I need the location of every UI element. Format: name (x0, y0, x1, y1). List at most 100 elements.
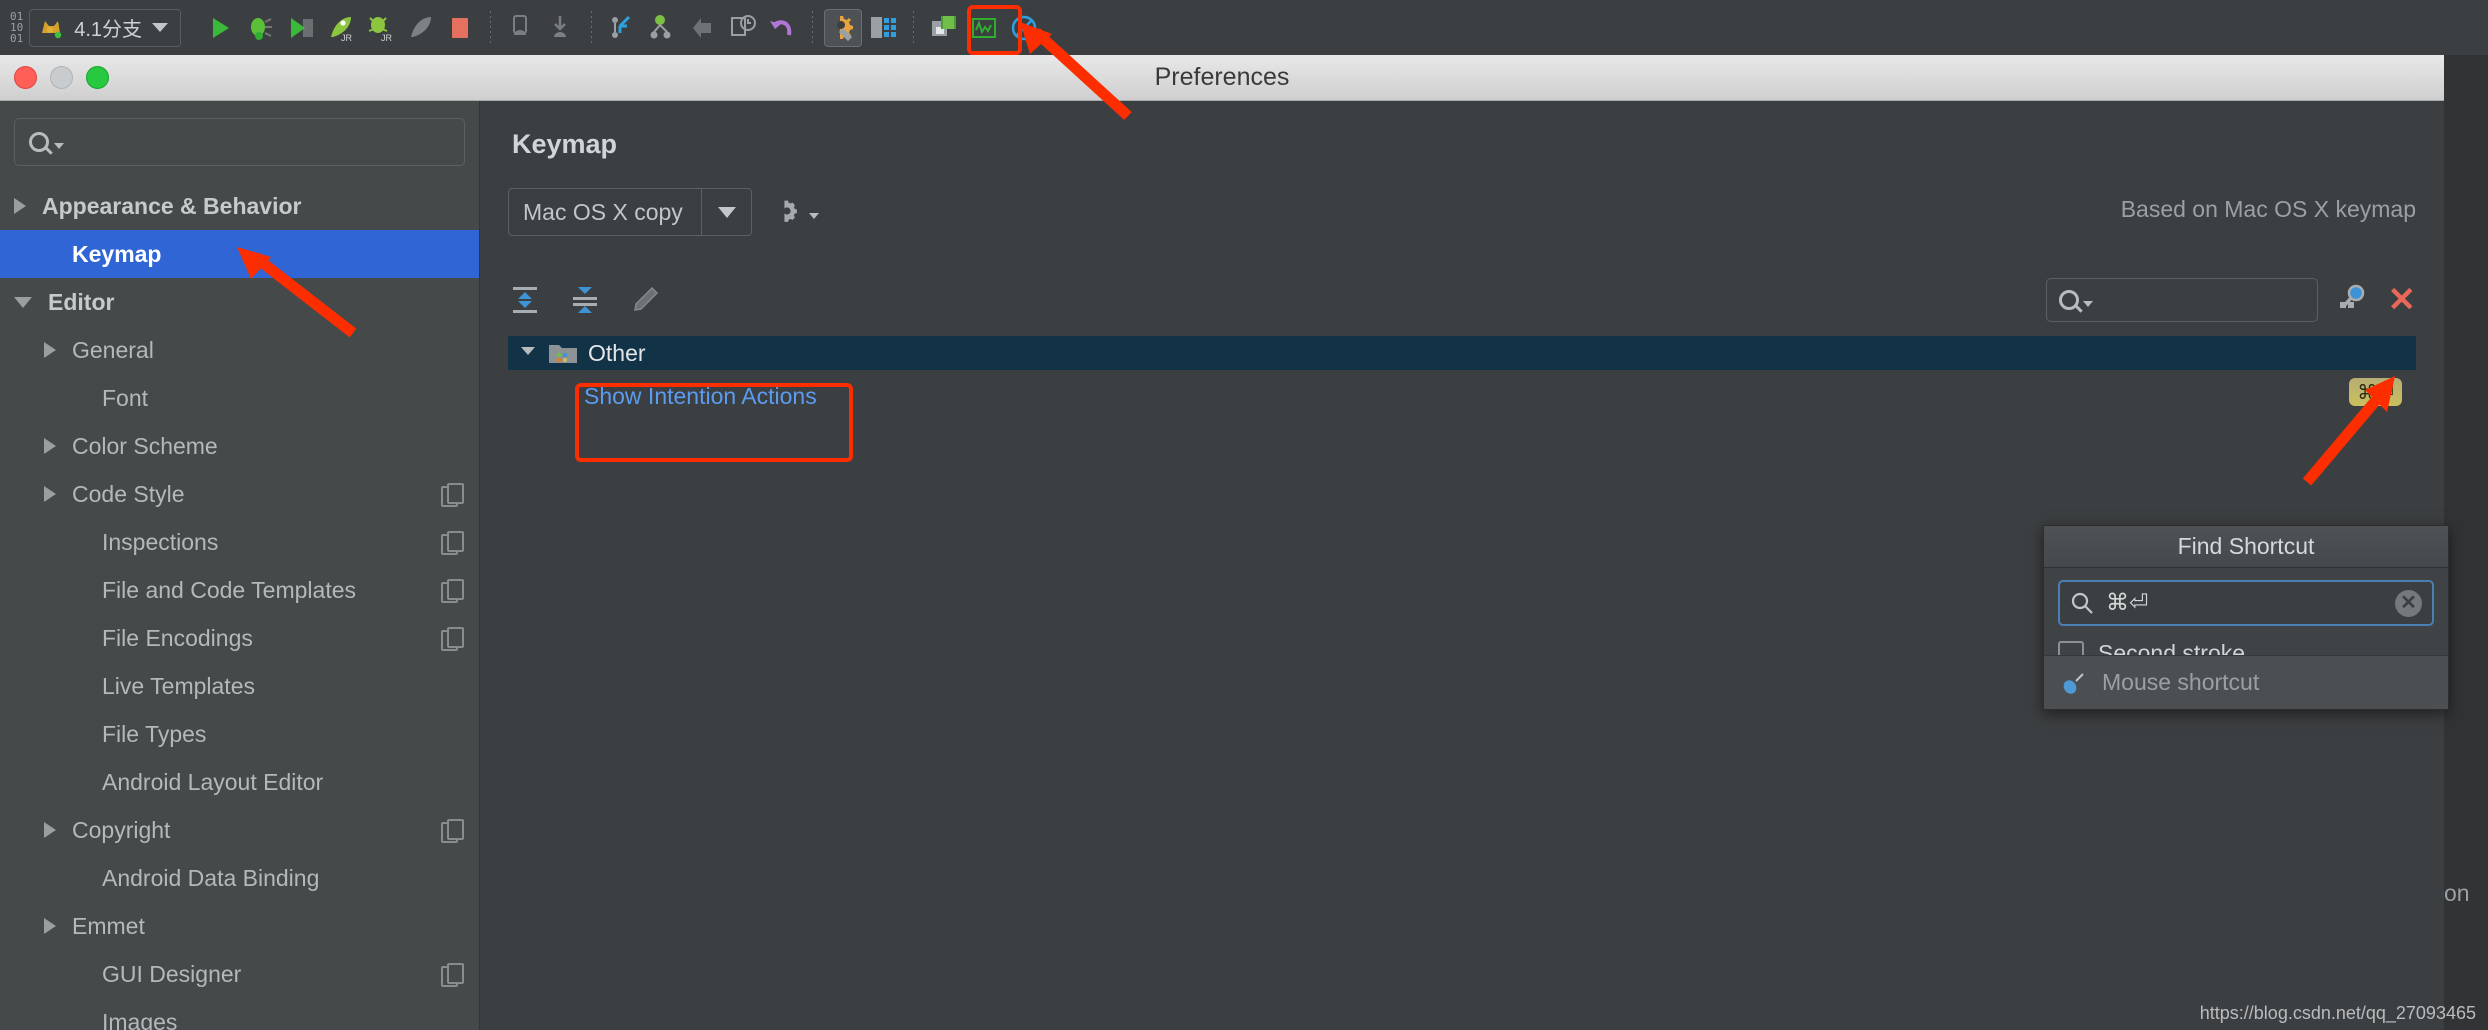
find-shortcut-button[interactable] (2336, 281, 2370, 320)
clear-filter-button[interactable]: ✕ (2388, 283, 2417, 317)
chevron-right-icon[interactable] (14, 198, 26, 214)
chevron-right-icon[interactable] (44, 918, 56, 934)
chevron-down-icon[interactable] (54, 143, 64, 149)
sidebar-item-label: Emmet (72, 912, 145, 939)
chevron-down-icon[interactable] (152, 23, 169, 32)
profile-button[interactable] (401, 9, 439, 47)
project-scope-copy-icon (441, 627, 464, 651)
keymap-group-other[interactable]: Other (508, 336, 2416, 370)
chevron-down-icon[interactable] (2082, 301, 2093, 307)
mouse-shortcut-row[interactable]: Mouse shortcut (2044, 655, 2448, 709)
project-scope-copy-icon (441, 483, 464, 507)
sidebar-item-images[interactable]: Images (0, 998, 479, 1030)
push-button[interactable] (683, 9, 721, 47)
sidebar-item-file-encodings[interactable]: File Encodings (0, 614, 479, 662)
keymap-actions-tree: Other Show Intention Actions ⌘⏎ (508, 336, 2416, 422)
sidebar-item-label: Inspections (102, 528, 219, 555)
revert-button[interactable] (763, 9, 801, 47)
sidebar-item-code-style[interactable]: Code Style (0, 470, 479, 518)
run-jr-button[interactable]: JR (321, 9, 359, 47)
keymap-select-arrow[interactable] (701, 189, 751, 235)
avd-download-button[interactable] (542, 9, 580, 47)
toolbar-separator (812, 10, 814, 45)
run-button[interactable] (201, 9, 239, 47)
search-icon (2071, 592, 2093, 614)
chevron-right-icon[interactable] (44, 486, 56, 502)
update-project-button[interactable] (603, 9, 641, 47)
find-shortcut-value: ⌘⏎ (2106, 590, 2149, 616)
sidebar-item-android-data-binding[interactable]: Android Data Binding (0, 854, 479, 902)
settings-button[interactable] (824, 8, 863, 47)
chevron-right-icon[interactable] (44, 438, 56, 454)
module-selector[interactable]: 4.1分支 (29, 8, 182, 47)
blue-no-entry-icon (1011, 15, 1037, 40)
no-entry-button[interactable] (1005, 9, 1043, 47)
find-shortcut-input[interactable]: ⌘⏎ ✕ (2058, 580, 2434, 626)
mouse-shortcut-label: Mouse shortcut (2102, 669, 2260, 695)
expand-all-button[interactable] (508, 283, 542, 322)
sidebar-item-color-scheme[interactable]: Color Scheme (0, 422, 479, 470)
sidebar-item-editor[interactable]: Editor (0, 278, 479, 326)
watermark: https://blog.csdn.net/qq_27093465 (2199, 1003, 2476, 1023)
green-monitor-wave-icon (972, 17, 997, 38)
sidebar-item-general[interactable]: General (0, 326, 479, 374)
sidebar-item-label: Appearance & Behavior (42, 192, 302, 219)
sidebar-item-label: Live Templates (102, 672, 255, 699)
collapse-all-button[interactable] (568, 283, 602, 322)
green-bug-jr-icon: JR (368, 16, 393, 43)
sidebar-item-copyright[interactable]: Copyright (0, 806, 479, 854)
mouse-icon (2063, 672, 2084, 694)
sidebar-item-file-types[interactable]: File Types (0, 710, 479, 758)
commit-button[interactable] (643, 9, 681, 47)
keymap-gear-button[interactable] (774, 197, 819, 227)
android-cat-icon (42, 20, 62, 38)
clear-circle-icon[interactable]: ✕ (2395, 589, 2422, 617)
sidebar-item-label: General (72, 336, 154, 363)
run-coverage-button[interactable] (281, 9, 319, 47)
sync-project-button[interactable] (502, 9, 540, 47)
chevron-down-icon[interactable] (14, 296, 32, 308)
sidebar-item-inspections[interactable]: Inspections (0, 518, 479, 566)
sidebar-item-label: Android Data Binding (102, 864, 320, 891)
keymap-select-value: Mac OS X copy (523, 198, 683, 225)
keymap-select[interactable]: Mac OS X copy (508, 188, 752, 236)
keymap-filter-input[interactable] (2045, 278, 2318, 322)
chevron-down-icon (717, 206, 736, 218)
stop-button[interactable] (441, 9, 479, 47)
history-button[interactable] (723, 9, 761, 47)
keymap-action-row[interactable]: Show Intention Actions ⌘⏎ (508, 370, 2416, 422)
project-scope-copy-icon (441, 531, 464, 555)
sidebar-search-wrap (0, 101, 479, 176)
keymap-action-label: Show Intention Actions (584, 382, 817, 409)
tree-no-arrow (74, 782, 86, 783)
sidebar-item-label: Editor (48, 288, 115, 315)
sidebar-item-emmet[interactable]: Emmet (0, 902, 479, 950)
debug-button[interactable] (241, 9, 279, 47)
sidebar-item-font[interactable]: Font (0, 374, 479, 422)
based-on-label: Based on Mac OS X keymap (2120, 196, 2416, 222)
android-monitor-button[interactable] (965, 9, 1003, 47)
sidebar-item-android-layout-editor[interactable]: Android Layout Editor (0, 758, 479, 806)
sidebar-search-input[interactable] (14, 118, 465, 166)
project-structure-button[interactable] (864, 9, 902, 47)
sidebar-item-live-templates[interactable]: Live Templates (0, 662, 479, 710)
sidebar-item-keymap[interactable]: Keymap (0, 230, 479, 278)
window-titlebar[interactable]: Preferences (0, 55, 2444, 101)
search-icon (2058, 290, 2079, 310)
sdk-manager-button[interactable] (925, 9, 963, 47)
chevron-down-icon[interactable] (518, 340, 538, 367)
green-play-triangle-icon (213, 17, 230, 38)
vcs-update-icon (612, 15, 631, 38)
chevron-right-icon[interactable] (44, 822, 56, 838)
sidebar-item-file-and-code-templates[interactable]: File and Code Templates (0, 566, 479, 614)
debug-jr-button[interactable]: JR (361, 9, 399, 47)
sidebar-item-label: Images (102, 1008, 178, 1030)
sidebar-item-label: Android Layout Editor (102, 768, 324, 795)
sidebar-item-label: Keymap (72, 240, 162, 267)
edit-shortcut-button[interactable] (628, 283, 662, 322)
sidebar-item-appearance-behavior[interactable]: Appearance & Behavior (0, 182, 479, 230)
grey-rocket-icon (411, 16, 432, 37)
sidebar-item-gui-designer[interactable]: GUI Designer (0, 950, 479, 998)
green-bug-icon (251, 17, 273, 40)
chevron-right-icon[interactable] (44, 342, 56, 358)
